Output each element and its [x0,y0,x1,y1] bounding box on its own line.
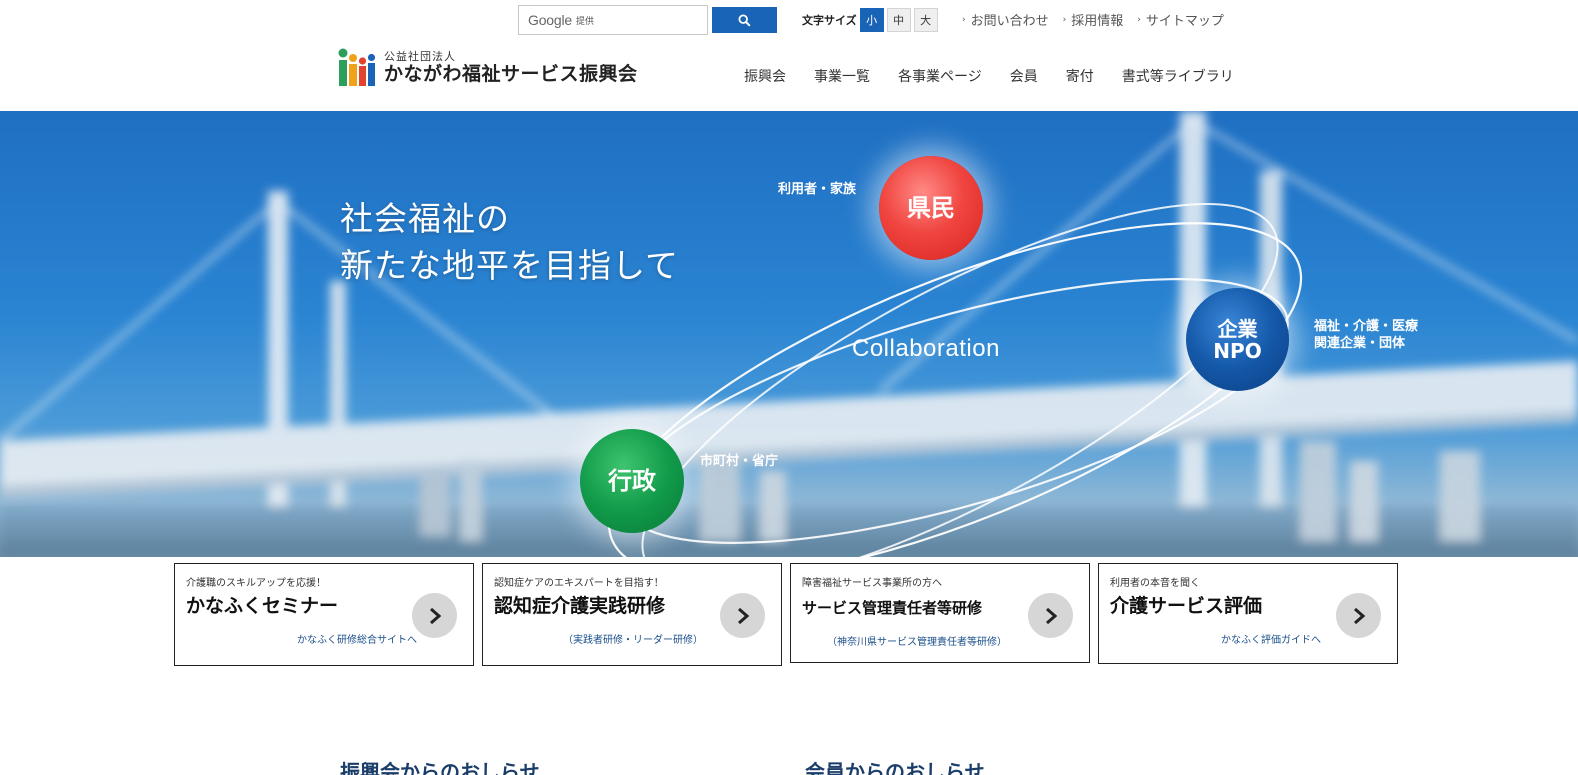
card-title: 認知症介護実践研修 [494,595,666,617]
sitemap-link[interactable]: › サイトマップ [1137,10,1224,29]
organization-logo-icon [338,48,376,86]
companies-npo-bubble: 企業 NPO [1186,288,1289,391]
nav-item-members[interactable]: 会員 [1010,66,1038,86]
contact-link[interactable]: › お問い合わせ [962,10,1049,29]
sitemap-link-label: サイトマップ [1145,14,1224,29]
nav-item-library[interactable]: 書式等ライブラリ [1122,66,1234,86]
search-icon [738,13,751,27]
utility-links: › お問い合わせ › 採用情報 › サイトマップ [962,10,1238,29]
card-lead: 障害福祉サービス事業所の方へ [802,578,942,589]
brand-home-link[interactable]: 公益社団法人 かながわ福祉サービス振興会 [338,47,638,87]
card-lead: 介護職のスキルアップを応援！ [186,578,326,589]
member-news-heading: 会員からのおしらせ [805,760,985,775]
search-provided-label: 提供 [575,16,594,27]
arrow-right-icon [720,593,765,638]
citizens-bubble: 県民 [879,156,983,260]
collaboration-label: Collaboration [852,335,1000,362]
chevron-right-icon: › [1137,14,1141,25]
card-sub: （神奈川県サービス管理責任者等研修） [827,637,1007,648]
main-nav: 振興会 事業一覧 各事業ページ 会員 寄付 書式等ライブラリ [744,66,1234,86]
font-size-label: 文字サイズ [802,14,857,27]
nav-item-services[interactable]: 事業一覧 [814,66,870,86]
arrow-right-icon [1336,593,1381,638]
google-logo: Google [528,12,572,28]
card-sub: かなふく評価ガイドへ [1221,635,1321,646]
care-service-evaluation-card[interactable]: 利用者の本音を聞く 介護サービス評価 かなふく評価ガイドへ [1098,563,1398,664]
chevron-right-icon: › [1062,14,1067,25]
card-title: かなふくセミナー [186,595,339,617]
contact-link-label: お問い合わせ [970,14,1049,29]
utility-bar: Google 提供 文字サイズ 小 中 大 [518,5,938,35]
card-sub: （実践者研修・リーダー研修） [563,635,703,646]
brand-name: かながわ福祉サービス振興会 [384,62,638,85]
card-title: 介護サービス評価 [1110,595,1263,617]
card-title: サービス管理責任者等研修 [802,599,983,617]
nav-item-service-pages[interactable]: 各事業ページ [898,66,982,86]
companies-npo-text: 企業 NPO [1213,316,1262,363]
nav-item-donation[interactable]: 寄付 [1066,66,1094,86]
hero-banner: 社会福祉の 新たな地平を目指して Collaboration 県民 利用者・家族… [0,111,1578,557]
government-bubble: 行政 [580,429,684,533]
hero-title: 社会福祉の 新たな地平を目指して [340,195,679,289]
font-size-large-button[interactable]: 大 [913,8,938,32]
hero-title-line2: 新たな地平を目指して [340,246,680,285]
brand-sub: 公益社団法人 [384,49,456,63]
hero-title-line1: 社会福祉の [340,199,510,238]
service-manager-training-card[interactable]: 障害福祉サービス事業所の方へ サービス管理責任者等研修 （神奈川県サービス管理責… [790,563,1090,663]
chevron-right-icon: › [962,14,966,25]
arrow-right-icon [412,593,457,638]
citizens-label: 利用者・家族 [778,182,857,197]
card-lead: 利用者の本音を聞く [1110,578,1200,589]
brand-text: 公益社団法人 かながわ福祉サービス振興会 [384,51,638,84]
recruit-link[interactable]: › 採用情報 [1063,10,1124,29]
card-lead: 認知症ケアのエキスパートを目指す！ [494,578,664,589]
search-button[interactable] [712,7,777,33]
companies-npo-label: 福祉・介護・医療 関連企業・団体 [1314,319,1419,351]
arrow-right-icon [1028,593,1073,638]
font-size-small-button[interactable]: 小 [859,8,884,32]
feature-cards: 介護職のスキルアップを応援！ かなふくセミナー かなふく研修総合サイトへ 認知症… [174,563,1398,666]
recruit-link-label: 採用情報 [1071,14,1124,29]
government-label: 市町村・省庁 [700,454,779,469]
seminar-card[interactable]: 介護職のスキルアップを応援！ かなふくセミナー かなふく研修総合サイトへ [174,563,474,666]
card-sub: かなふく研修総合サイトへ [297,635,417,646]
search-input[interactable]: Google 提供 [518,5,708,35]
association-news-heading: 振興会からのおしらせ [340,760,540,775]
nav-item-about[interactable]: 振興会 [744,66,786,86]
font-size-medium-button[interactable]: 中 [886,8,911,32]
dementia-training-card[interactable]: 認知症ケアのエキスパートを目指す！ 認知症介護実践研修 （実践者研修・リーダー研… [482,563,782,666]
